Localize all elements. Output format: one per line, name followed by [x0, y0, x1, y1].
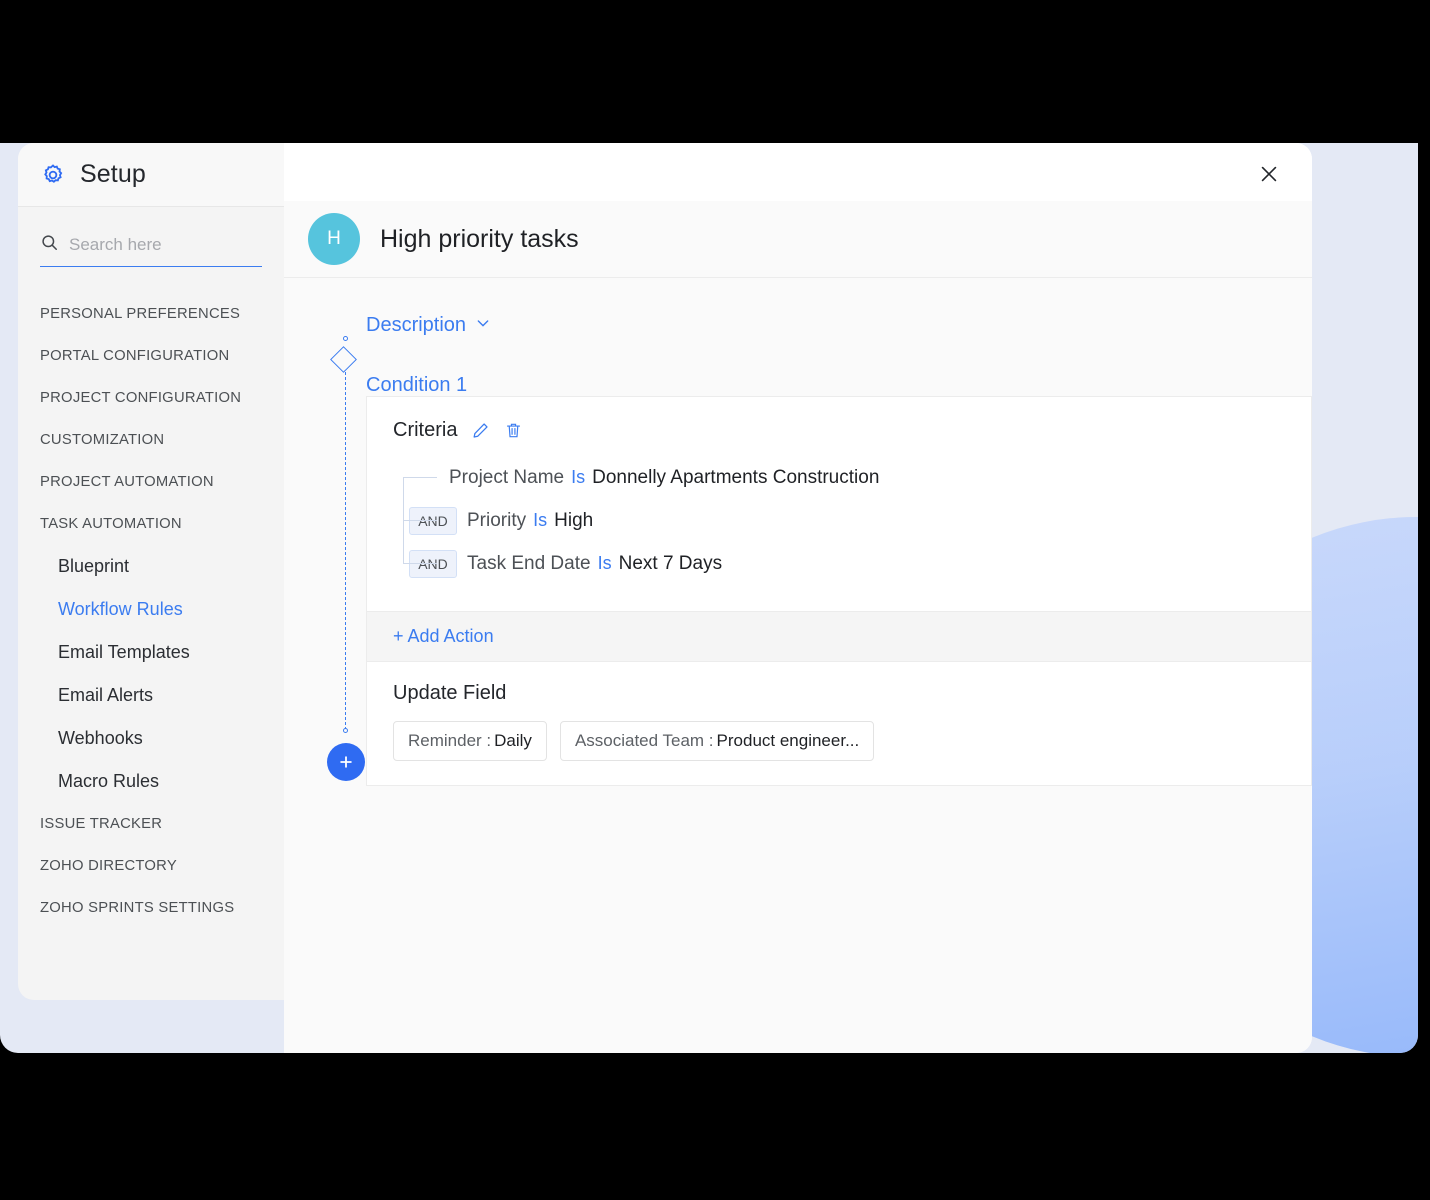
- chip-value: Product engineer...: [717, 731, 860, 750]
- sidebar-item-macro-rules[interactable]: Macro Rules: [18, 760, 284, 803]
- chevron-down-icon: [475, 314, 491, 337]
- description-label: Description: [366, 314, 466, 337]
- update-field-block: Update Field Reminder :Daily Associated T…: [367, 662, 1311, 785]
- sidebar-section-project-automation[interactable]: PROJECT AUTOMATION: [18, 461, 284, 503]
- tree-line-horizontal: [403, 563, 437, 564]
- sidebar-item-workflow-rules[interactable]: Workflow Rules: [18, 588, 284, 631]
- rule-title: High priority tasks: [380, 225, 579, 254]
- tree-line-horizontal: [403, 520, 437, 521]
- sidebar: Setup PERSONAL PREFERENCESPORTAL CONFIGU…: [18, 143, 284, 1000]
- app-window: Setup PERSONAL PREFERENCESPORTAL CONFIGU…: [0, 143, 1418, 1053]
- sidebar-section-customization[interactable]: CUSTOMIZATION: [18, 419, 284, 461]
- criteria-operator: Is: [598, 553, 612, 574]
- sidebar-section-zoho-directory[interactable]: ZOHO DIRECTORY: [18, 845, 284, 887]
- avatar: H: [308, 213, 360, 265]
- criteria-value: High: [554, 510, 593, 532]
- sidebar-section-issue-tracker[interactable]: ISSUE TRACKER: [18, 803, 284, 845]
- rule-header: H High priority tasks: [284, 201, 1312, 278]
- timeline-start-dot: [343, 336, 348, 341]
- sidebar-item-webhooks[interactable]: Webhooks: [18, 717, 284, 760]
- condition-card: Criteria Project Name Is Donnelly Apartmen…: [366, 396, 1312, 786]
- update-field-chips: Reminder :Daily Associated Team :Product …: [393, 721, 1311, 761]
- criteria-field: Task End Date: [467, 553, 591, 575]
- description-toggle[interactable]: Description: [366, 314, 491, 337]
- timeline-dashed-line: [345, 372, 346, 730]
- pencil-icon[interactable]: [471, 421, 490, 440]
- add-action-link[interactable]: + Add Action: [393, 626, 494, 646]
- update-field-chip[interactable]: Reminder :Daily: [393, 721, 547, 761]
- tree-line-vertical: [403, 478, 404, 520]
- sidebar-item-blueprint[interactable]: Blueprint: [18, 545, 284, 588]
- criteria-value: Next 7 Days: [619, 553, 722, 575]
- chip-label: Reminder :: [408, 731, 491, 750]
- sidebar-section-personal-preferences[interactable]: PERSONAL PREFERENCES: [18, 293, 284, 335]
- criteria-row[interactable]: Project Name Is Donnelly Apartments Constr…: [403, 456, 1311, 499]
- search-icon: [40, 233, 59, 257]
- sidebar-section-project-configuration[interactable]: PROJECT CONFIGURATION: [18, 377, 284, 419]
- search-input[interactable]: [69, 235, 262, 255]
- gear-icon: [40, 162, 66, 188]
- criteria-row[interactable]: ANDTask End DateIsNext 7 Days: [403, 542, 1311, 585]
- sidebar-section-portal-configuration[interactable]: PORTAL CONFIGURATION: [18, 335, 284, 377]
- criteria-operator: Is: [533, 510, 547, 531]
- sidebar-section-zoho-sprints-settings[interactable]: ZOHO SPRINTS SETTINGS: [18, 887, 284, 929]
- plus-icon[interactable]: [327, 743, 365, 781]
- timeline-condition-node[interactable]: [330, 346, 357, 373]
- sidebar-nav: PERSONAL PREFERENCESPORTAL CONFIGURATION…: [18, 293, 284, 929]
- sidebar-item-email-alerts[interactable]: Email Alerts: [18, 674, 284, 717]
- trash-icon[interactable]: [504, 421, 523, 440]
- add-action-bar: + Add Action: [367, 611, 1311, 662]
- modal-body: Description Condition: [284, 278, 1312, 1053]
- criteria-value: Donnelly Apartments Construction: [592, 467, 879, 489]
- criteria-field: Priority: [467, 510, 526, 532]
- modal-topbar: [284, 143, 1312, 201]
- criteria-list: Project Name Is Donnelly Apartments Constr…: [367, 442, 1311, 611]
- criteria-header: Criteria: [367, 397, 1311, 442]
- timeline-end-dot: [343, 728, 348, 733]
- criteria-operator: Is: [571, 467, 585, 488]
- sidebar-header: Setup: [18, 143, 284, 207]
- criteria-field: Project Name: [449, 467, 564, 489]
- chip-value: Daily: [494, 731, 532, 750]
- condition-label[interactable]: Condition 1: [366, 374, 467, 397]
- update-field-title: Update Field: [393, 682, 1311, 705]
- tree-line-horizontal: [403, 477, 437, 478]
- close-icon[interactable]: [1254, 159, 1284, 189]
- tree-line-vertical: [403, 521, 404, 563]
- search-box[interactable]: [40, 233, 262, 267]
- page-title: Setup: [80, 160, 146, 189]
- workflow-rule-modal: H High priority tasks Description: [284, 143, 1312, 1053]
- criteria-title: Criteria: [393, 419, 457, 442]
- criteria-row[interactable]: ANDPriorityIsHigh: [403, 499, 1311, 542]
- sidebar-section-task-automation[interactable]: TASK AUTOMATION: [18, 503, 284, 545]
- chip-label: Associated Team :: [575, 731, 714, 750]
- sidebar-item-email-templates[interactable]: Email Templates: [18, 631, 284, 674]
- update-field-chip[interactable]: Associated Team :Product engineer...: [560, 721, 874, 761]
